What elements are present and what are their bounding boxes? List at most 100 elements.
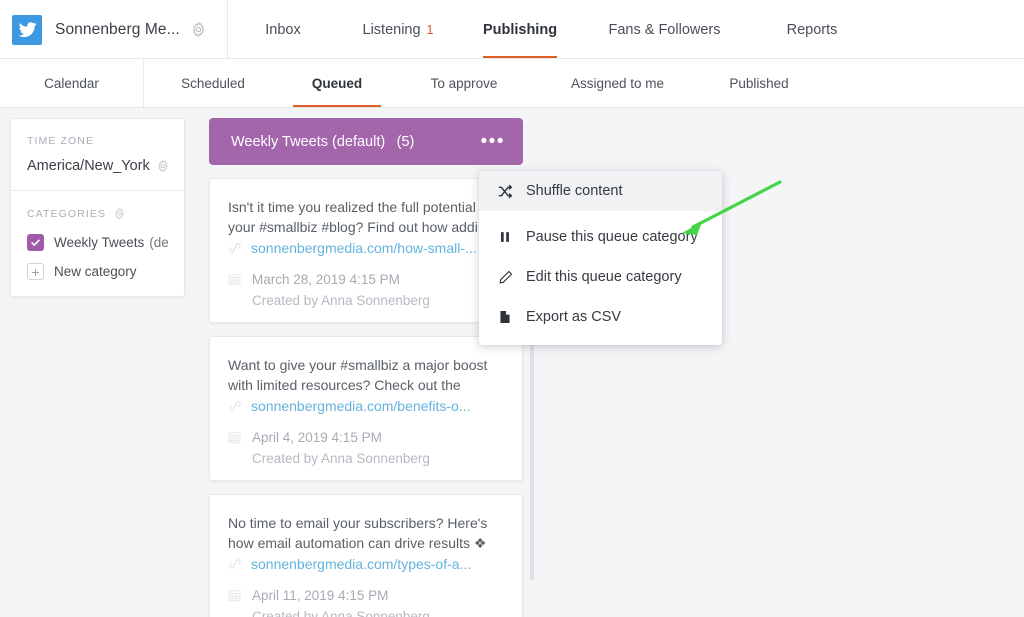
card-author: Created by Anna Sonnenberg — [252, 609, 504, 617]
pause-icon — [498, 230, 515, 244]
queue-column: Weekly Tweets (default) (5) ••• Isn't it… — [209, 118, 523, 617]
tab-label: Published — [729, 76, 788, 91]
menu-item-label: Edit this queue category — [526, 269, 682, 285]
tab-to-approve[interactable]: To approve — [392, 59, 536, 108]
app-root: Sonnenberg Me... Inbox Listening 1 Publi… — [0, 0, 1024, 617]
tab-assigned-to-me[interactable]: Assigned to me — [536, 59, 699, 108]
shuffle-icon — [498, 184, 515, 199]
queue-category-title: Weekly Tweets (default) — [231, 134, 385, 150]
tab-queued[interactable]: Queued — [282, 59, 392, 108]
card-link-row[interactable]: sonnenbergmedia.com/how-small-... — [228, 238, 504, 258]
nav-item-inbox[interactable]: Inbox — [228, 0, 338, 59]
timezone-section: TIME ZONE America/New_York — [11, 119, 184, 190]
queue-card[interactable]: No time to email your subscribers? Here'… — [209, 494, 523, 617]
tab-label: Queued — [312, 76, 362, 91]
card-link[interactable]: sonnenbergmedia.com/types-of-a... — [251, 554, 471, 574]
tab-calendar[interactable]: Calendar — [0, 59, 143, 108]
card-text-line-2: your #smallbiz #blog? Find out how addi — [228, 217, 504, 237]
card-link-row[interactable]: sonnenbergmedia.com/types-of-a... — [228, 554, 504, 574]
nav-item-fans-followers[interactable]: Fans & Followers — [582, 0, 747, 59]
vertical-scrollbar[interactable] — [530, 330, 534, 580]
queue-card[interactable]: Want to give your #smallbiz a major boos… — [209, 336, 523, 481]
calendar-icon — [228, 589, 243, 602]
categories-section: CATEGORIES Weekly Tweets (d — [11, 191, 184, 296]
nav-item-reports[interactable]: Reports — [747, 0, 877, 59]
card-link[interactable]: sonnenbergmedia.com/benefits-o... — [251, 396, 470, 416]
nav-label: Publishing — [483, 22, 557, 38]
listening-badge: 1 — [427, 23, 434, 37]
gear-icon[interactable] — [113, 207, 126, 220]
link-icon — [228, 241, 243, 255]
green-arrow-icon — [660, 165, 810, 255]
menu-item-label: Shuffle content — [526, 183, 622, 199]
category-item-weekly-tweets[interactable]: Weekly Tweets (defa — [27, 234, 168, 251]
card-meta: March 28, 2019 4:15 PM Created by Anna S… — [228, 272, 504, 308]
menu-item-edit-queue-category[interactable]: Edit this queue category — [479, 257, 722, 297]
card-link[interactable]: sonnenbergmedia.com/how-small-... — [251, 238, 477, 258]
tab-published[interactable]: Published — [699, 59, 819, 108]
plus-icon[interactable]: + — [27, 263, 44, 280]
category-item-new-category[interactable]: + New category — [27, 263, 168, 280]
tab-label: To approve — [431, 76, 498, 91]
timezone-heading: TIME ZONE — [27, 135, 168, 147]
nav-label: Reports — [787, 22, 838, 38]
card-text-line-2: with limited resources? Check out the — [228, 375, 504, 395]
card-date: April 11, 2019 4:15 PM — [252, 588, 388, 603]
sub-navigation: Calendar Scheduled Queued To approve Ass… — [0, 59, 1024, 108]
queue-category-count: (5) — [397, 134, 415, 150]
card-text-line-2: how email automation can drive results ❖ — [228, 533, 504, 553]
link-icon — [228, 399, 243, 413]
categories-heading: CATEGORIES — [27, 207, 168, 220]
card-link-row[interactable]: sonnenbergmedia.com/benefits-o... — [228, 396, 504, 416]
nav-label: Inbox — [265, 22, 300, 38]
card-text-line-1: Isn't it time you realized the full pote… — [228, 197, 504, 217]
calendar-icon — [228, 431, 243, 444]
card-text-line-1: No time to email your subscribers? Here'… — [228, 513, 504, 533]
timezone-value: America/New_York — [27, 158, 150, 174]
menu-item-export-as-csv[interactable]: Export as CSV — [479, 297, 722, 337]
menu-item-label: Export as CSV — [526, 309, 621, 325]
tab-label: Assigned to me — [571, 76, 664, 91]
tab-label: Calendar — [44, 76, 99, 91]
brand-account-switcher[interactable]: Sonnenberg Me... — [0, 0, 228, 59]
card-author: Created by Anna Sonnenberg — [252, 451, 504, 466]
category-list: Weekly Tweets (defa + New category — [27, 234, 168, 280]
twitter-bird-icon — [12, 15, 42, 45]
card-author: Created by Anna Sonnenberg — [252, 293, 504, 308]
card-date: March 28, 2019 4:15 PM — [252, 272, 400, 287]
nav-item-publishing[interactable]: Publishing — [458, 0, 582, 59]
category-default-suffix: (defa — [149, 235, 168, 250]
queue-card[interactable]: Isn't it time you realized the full pote… — [209, 178, 523, 323]
gear-icon[interactable] — [156, 159, 170, 173]
ellipsis-icon[interactable]: ••• — [481, 132, 505, 151]
link-icon — [228, 557, 243, 571]
sub-nav-divider-bottom — [0, 107, 1024, 108]
queue-category-header[interactable]: Weekly Tweets (default) (5) ••• — [209, 118, 523, 165]
checkbox-checked-icon[interactable] — [27, 234, 44, 251]
pencil-icon — [498, 270, 515, 285]
timezone-value-row[interactable]: America/New_York — [27, 158, 168, 174]
tab-label: Scheduled — [181, 76, 245, 91]
card-meta: April 11, 2019 4:15 PM Created by Anna S… — [228, 588, 504, 617]
card-date: April 4, 2019 4:15 PM — [252, 430, 382, 445]
top-header: Sonnenberg Me... Inbox Listening 1 Publi… — [0, 0, 1024, 59]
card-date-row: March 28, 2019 4:15 PM — [228, 272, 504, 287]
category-name: Weekly Tweets — [54, 235, 144, 250]
card-date-row: April 11, 2019 4:15 PM — [228, 588, 504, 603]
file-icon — [498, 310, 515, 324]
card-text-line-1: Want to give your #smallbiz a major boos… — [228, 355, 504, 375]
nav-item-listening[interactable]: Listening 1 — [338, 0, 458, 59]
brand-account-name: Sonnenberg Me... — [55, 21, 180, 39]
tab-scheduled[interactable]: Scheduled — [144, 59, 282, 108]
card-meta: April 4, 2019 4:15 PM Created by Anna So… — [228, 430, 504, 466]
nav-label: Fans & Followers — [608, 22, 720, 38]
categories-heading-label: CATEGORIES — [27, 208, 106, 220]
category-name: New category — [54, 264, 137, 279]
main-navigation: Inbox Listening 1 Publishing Fans & Foll… — [228, 0, 877, 59]
card-date-row: April 4, 2019 4:15 PM — [228, 430, 504, 445]
calendar-icon — [228, 273, 243, 286]
queue-header-text: Weekly Tweets (default) (5) — [231, 133, 414, 151]
gear-icon[interactable] — [190, 21, 207, 38]
nav-label: Listening — [363, 22, 421, 38]
sidebar-panel: TIME ZONE America/New_York CATEGORIES — [10, 118, 185, 297]
